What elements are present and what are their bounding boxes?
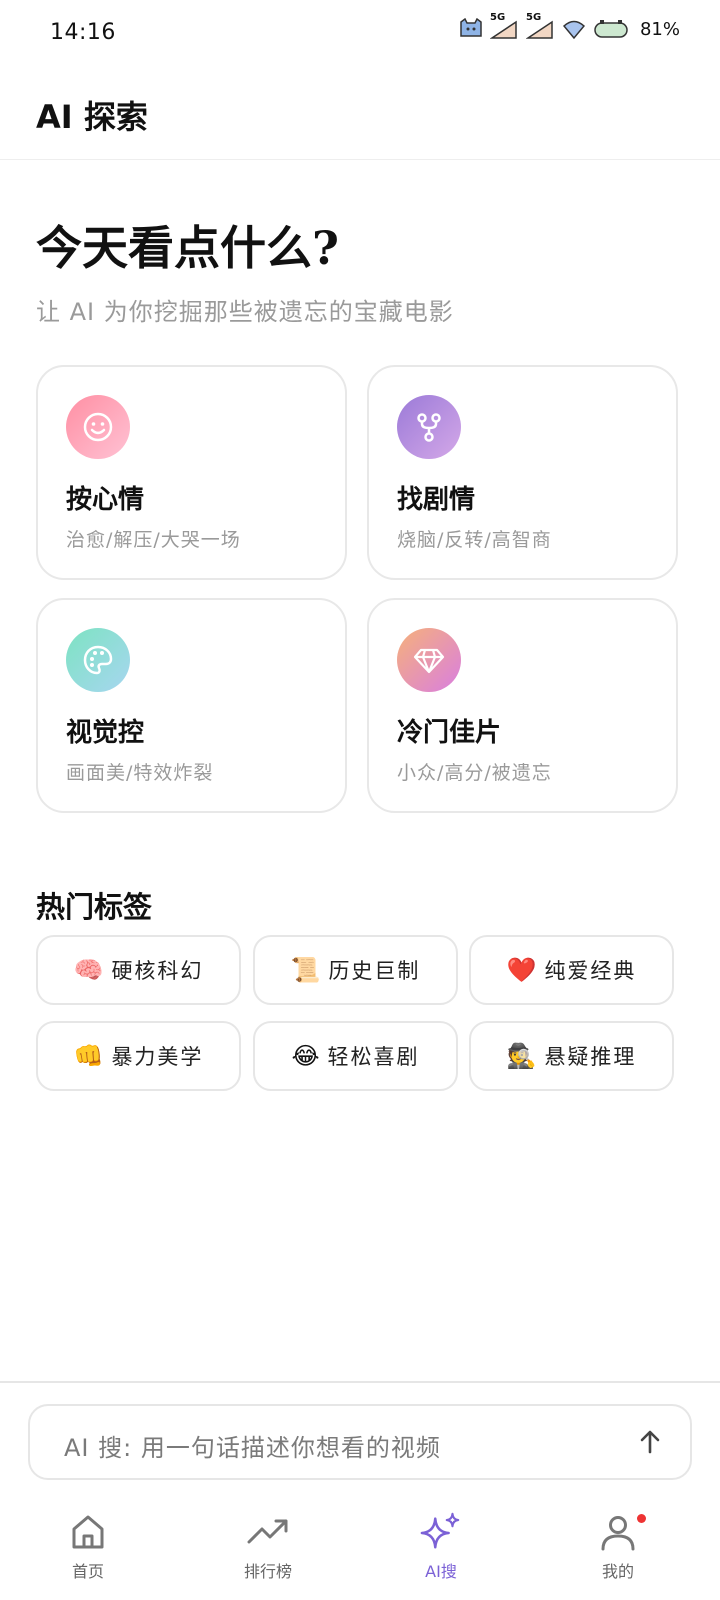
cat-notification-icon — [458, 18, 484, 40]
user-icon — [596, 1510, 640, 1554]
app-header: AI 探索 — [0, 70, 720, 160]
wifi-icon — [562, 18, 586, 40]
card-title: 找剧情 — [397, 485, 476, 515]
tag-hardcore-scifi[interactable]: 🧠 硬核科幻 — [36, 935, 241, 1005]
card-description: 烧脑/反转/高智商 — [397, 529, 552, 551]
scroll-icon: 📜 — [290, 956, 321, 984]
hero-subtitle: 让 AI 为你挖掘那些被遗忘的宝藏电影 — [36, 298, 454, 326]
nav-ranking[interactable]: 排行榜 — [208, 1510, 328, 1590]
palette-icon — [66, 628, 130, 692]
trending-icon — [246, 1510, 290, 1554]
diamond-icon — [397, 628, 461, 692]
detective-icon: 🕵️ — [506, 1042, 537, 1070]
tag-mystery[interactable]: 🕵️ 悬疑推理 — [469, 1021, 674, 1091]
visual-card[interactable]: 视觉控 画面美/特效炸裂 — [36, 598, 347, 813]
tag-label: 历史巨制 — [328, 959, 421, 983]
tag-pure-romance[interactable]: ❤️ 纯爱经典 — [469, 935, 674, 1005]
brain-icon: 🧠 — [73, 956, 104, 984]
nav-profile[interactable]: 我的 — [558, 1510, 678, 1590]
card-title: 冷门佳片 — [397, 718, 502, 748]
fist-icon: 👊 — [73, 1042, 104, 1070]
arrow-up-icon — [640, 1430, 660, 1454]
smile-icon — [66, 395, 130, 459]
card-title: 按心情 — [66, 485, 145, 515]
nav-home[interactable]: 首页 — [28, 1510, 148, 1590]
page-title: AI 探索 — [36, 98, 148, 136]
fork-icon — [397, 395, 461, 459]
card-title: 视觉控 — [66, 718, 145, 748]
bottom-nav: 首页 排行榜 AI搜 我的 — [0, 1500, 720, 1600]
nav-label: 首页 — [71, 1562, 104, 1581]
laughing-face-icon: 😂 — [291, 1042, 320, 1070]
search-placeholder: AI 搜: 用一句话描述你想看的视频 — [64, 1434, 441, 1462]
hidden-gems-card[interactable]: 冷门佳片 小众/高分/被遗忘 — [367, 598, 678, 813]
battery-percentage: 81% — [639, 18, 680, 40]
tag-label: 轻松喜剧 — [327, 1045, 420, 1069]
nav-label: AI搜 — [425, 1562, 457, 1581]
card-description: 治愈/解压/大哭一场 — [66, 529, 241, 551]
card-description: 小众/高分/被遗忘 — [397, 762, 552, 784]
tag-history-epic[interactable]: 📜 历史巨制 — [253, 935, 458, 1005]
status-icons: 5G 5G 81% — [458, 12, 680, 40]
signal-icon: 5G — [489, 12, 520, 40]
hot-tags-title: 热门标签 — [36, 890, 153, 924]
battery-icon — [592, 18, 630, 40]
plot-card[interactable]: 找剧情 烧脑/反转/高智商 — [367, 365, 678, 580]
tag-label: 纯爱经典 — [544, 959, 637, 983]
home-icon — [66, 1510, 110, 1554]
card-description: 画面美/特效炸裂 — [66, 762, 214, 784]
network-type-label: 5G — [489, 12, 506, 23]
nav-ai-search[interactable]: AI搜 — [381, 1510, 501, 1590]
tag-light-comedy[interactable]: 😂 轻松喜剧 — [253, 1021, 458, 1091]
tag-violent-aesthetics[interactable]: 👊 暴力美学 — [36, 1021, 241, 1091]
mood-card[interactable]: 按心情 治愈/解压/大哭一场 — [36, 365, 347, 580]
heart-icon: ❤️ — [506, 956, 537, 984]
nav-label: 排行榜 — [243, 1562, 292, 1581]
signal-icon: 5G — [525, 12, 556, 40]
tag-label: 悬疑推理 — [544, 1045, 637, 1069]
sparkles-icon — [419, 1510, 463, 1554]
status-time: 14:16 — [50, 20, 116, 45]
tag-label: 硬核科幻 — [111, 959, 204, 983]
nav-label: 我的 — [601, 1562, 634, 1581]
network-type-label: 5G — [525, 12, 542, 23]
hero-title: 今天看点什么? — [36, 221, 339, 275]
ai-search-input[interactable]: AI 搜: 用一句话描述你想看的视频 — [28, 1404, 692, 1480]
status-bar: 14:16 5G 5G 81% — [0, 0, 720, 70]
send-button[interactable] — [632, 1424, 668, 1460]
divider — [0, 1381, 720, 1383]
notification-dot — [637, 1514, 646, 1523]
tag-label: 暴力美学 — [111, 1045, 204, 1069]
